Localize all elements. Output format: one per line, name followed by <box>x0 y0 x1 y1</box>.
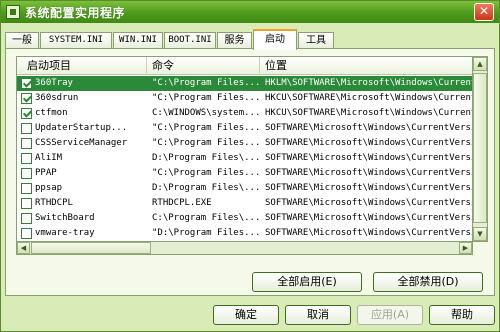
app-icon <box>6 5 20 19</box>
disable-all-button[interactable]: 全部禁用(D) <box>373 272 483 292</box>
startup-item-location: SOFTWARE\Microsoft\Windows\CurrentVersi.… <box>265 198 473 208</box>
enable-all-button[interactable]: 全部启用(E) <box>252 272 362 292</box>
tab-services[interactable]: 服务 <box>217 32 252 49</box>
startup-item-command: D:\Program Files\... <box>152 153 260 163</box>
tab-startup[interactable]: 启动 <box>253 29 297 50</box>
startup-item-name: CSSServiceManager <box>35 138 128 148</box>
help-button[interactable]: 帮助 <box>429 305 495 325</box>
startup-item-location: SOFTWARE\Microsoft\Windows\CurrentVersi.… <box>265 153 473 163</box>
startup-item-location: HKCU\SOFTWARE\Microsoft\Windows\Current.… <box>265 93 473 103</box>
startup-item-command: "C:\Program Files... <box>152 93 260 103</box>
scroll-down-arrow-icon[interactable]: ▼ <box>473 227 487 241</box>
startup-row[interactable]: AliIM D:\Program Files\... SOFTWARE\Micros… <box>17 151 472 166</box>
msconfig-window: 系统配置实用程序 ✕ 一般 SYSTEM.INI WIN.INI BOOT.IN… <box>0 0 500 332</box>
startup-item-command: "C:\Program Files... <box>152 168 260 178</box>
startup-row[interactable]: 360sdrun "C:\Program Files... HKCU\SOFTWAR… <box>17 91 472 106</box>
ok-button[interactable]: 确定 <box>213 305 279 325</box>
startup-row[interactable]: UpdaterStartup... "C:\Program Files... SOF… <box>17 121 472 136</box>
startup-item-location: SOFTWARE\Microsoft\Windows\CurrentVersi.… <box>265 168 473 178</box>
startup-item-command: C:\Program Files\... <box>152 213 260 223</box>
vertical-scrollbar[interactable]: ▲ ▼ <box>473 56 488 242</box>
apply-button[interactable]: 应用(A) <box>357 305 423 325</box>
startup-item-location: SOFTWARE\Microsoft\Windows\CurrentVersi.… <box>265 213 473 223</box>
title-bar[interactable]: 系统配置实用程序 ✕ <box>1 1 499 23</box>
close-button[interactable]: ✕ <box>474 3 494 21</box>
startup-item-checkbox[interactable] <box>21 213 32 224</box>
startup-row[interactable]: CSSServiceManager "C:\Program Files... SOF… <box>17 136 472 151</box>
startup-item-checkbox[interactable] <box>21 93 32 104</box>
startup-item-checkbox[interactable] <box>21 108 32 119</box>
vertical-scroll-thumb[interactable] <box>473 73 487 223</box>
startup-row[interactable]: ppsap D:\Program Files\... SOFTWARE\Micros… <box>17 181 472 196</box>
startup-item-name: vmware-tray <box>35 228 95 238</box>
tab-strip: 一般 SYSTEM.INI WIN.INI BOOT.INI 服务 启动 工具 <box>5 29 495 50</box>
startup-item-command: "C:\Program Files... <box>152 78 260 88</box>
startup-item-location: SOFTWARE\Microsoft\Windows\CurrentVersi.… <box>265 138 473 148</box>
startup-item-location: SOFTWARE\Microsoft\Windows\CurrentVersi.… <box>265 123 473 133</box>
startup-item-checkbox[interactable] <box>21 168 32 179</box>
tab-system-ini[interactable]: SYSTEM.INI <box>40 32 112 49</box>
scroll-right-arrow-icon[interactable]: ▶ <box>459 242 472 254</box>
startup-item-name: 360sdrun <box>35 93 79 103</box>
column-startup-item[interactable]: 启动项目 <box>17 57 147 75</box>
startup-row[interactable]: 360Tray "C:\Program Files... HKLM\SOFTWARE… <box>17 76 472 91</box>
startup-item-name: 360Tray <box>35 78 73 88</box>
startup-panel: 启动项目 命令 位置 360Tray "C:\Program Files... HK… <box>5 48 495 296</box>
window-title: 系统配置实用程序 <box>25 6 126 20</box>
startup-item-checkbox[interactable] <box>21 123 32 134</box>
startup-item-location: SOFTWARE\Microsoft\Windows\CurrentVersi.… <box>265 228 473 238</box>
startup-item-name: UpdaterStartup... <box>35 123 128 133</box>
tab-tools[interactable]: 工具 <box>298 32 334 49</box>
horizontal-scroll-thumb[interactable] <box>31 242 151 254</box>
startup-item-command: RTHDCPL.EXE <box>152 198 212 208</box>
startup-item-location: HKLM\SOFTWARE\Microsoft\Windows\Current.… <box>265 78 473 88</box>
startup-item-location: HKCU\SOFTWARE\Microsoft\Windows\Current.… <box>265 108 473 118</box>
startup-item-name: PPAP <box>35 168 57 178</box>
startup-item-name: ctfmon <box>35 108 68 118</box>
startup-row[interactable]: SwitchBoard C:\Program Files\... SOFTWARE\… <box>17 211 472 226</box>
startup-item-location: SOFTWARE\Microsoft\Windows\CurrentVersi.… <box>265 183 473 193</box>
cancel-button[interactable]: 取消 <box>285 305 351 325</box>
startup-item-command: D:\Program Files\... <box>152 183 260 193</box>
column-command[interactable]: 命令 <box>147 57 260 75</box>
list-rows: 360Tray "C:\Program Files... HKLM\SOFTWARE… <box>17 76 472 241</box>
tab-boot-ini[interactable]: BOOT.INI <box>164 32 216 49</box>
startup-item-name: RTHDCPL <box>35 198 73 208</box>
scroll-up-arrow-icon[interactable]: ▲ <box>473 57 487 71</box>
startup-row[interactable]: PPAP "C:\Program Files... SOFTWARE\Microso… <box>17 166 472 181</box>
startup-item-checkbox[interactable] <box>21 198 32 209</box>
startup-item-checkbox[interactable] <box>21 183 32 194</box>
startup-list: 启动项目 命令 位置 360Tray "C:\Program Files... HK… <box>16 56 473 242</box>
startup-item-checkbox[interactable] <box>21 138 32 149</box>
scroll-left-arrow-icon[interactable]: ◀ <box>17 242 30 254</box>
column-location[interactable]: 位置 <box>260 57 472 75</box>
startup-item-checkbox[interactable] <box>21 228 32 239</box>
startup-item-command: "D:\Program Files... <box>152 228 260 238</box>
startup-item-name: SwitchBoard <box>35 213 95 223</box>
startup-item-name: ppsap <box>35 183 63 193</box>
startup-item-command: "C:\Program Files... <box>152 123 260 133</box>
startup-item-checkbox[interactable] <box>21 153 32 164</box>
startup-item-command: "C:\Program Files... <box>152 138 260 148</box>
horizontal-scrollbar[interactable]: ◀ ▶ <box>16 242 473 255</box>
startup-row[interactable]: vmware-tray "D:\Program Files... SOFTWARE\… <box>17 226 472 241</box>
list-header: 启动项目 命令 位置 <box>17 57 472 75</box>
startup-row[interactable]: ctfmon C:\WINDOWS\system... HKCU\SOFTWARE\… <box>17 106 472 121</box>
startup-item-name: AliIM <box>35 153 63 163</box>
startup-item-checkbox[interactable] <box>21 78 32 89</box>
startup-item-command: C:\WINDOWS\system... <box>152 108 260 118</box>
tab-win-ini[interactable]: WIN.INI <box>113 32 163 49</box>
tab-general[interactable]: 一般 <box>5 32 39 49</box>
startup-row[interactable]: RTHDCPL RTHDCPL.EXE SOFTWARE\Microsoft\Win… <box>17 196 472 211</box>
